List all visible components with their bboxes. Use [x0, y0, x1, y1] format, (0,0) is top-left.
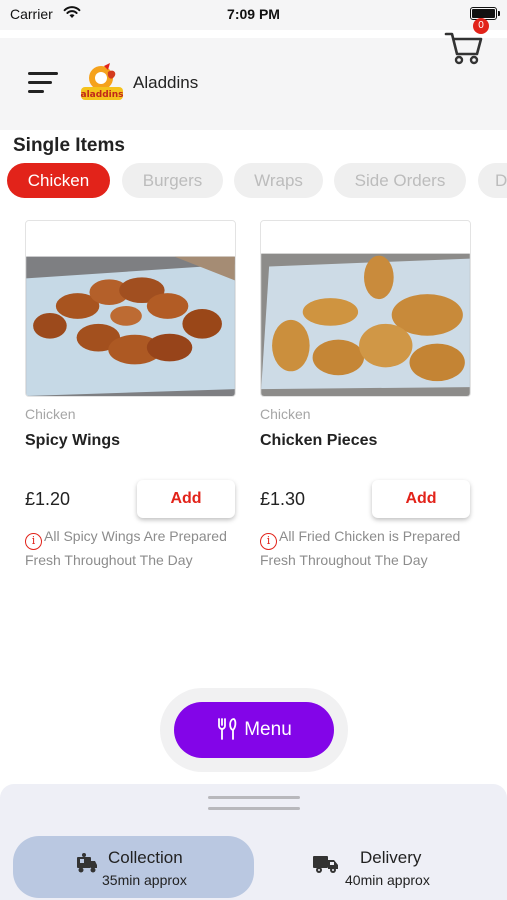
- hamburger-menu-icon[interactable]: [28, 72, 58, 94]
- section-title: Single Items: [13, 135, 125, 156]
- product-name: Spicy Wings: [25, 432, 120, 449]
- clock: 7:09 PM: [227, 6, 280, 22]
- cart-count-badge: 0: [473, 18, 489, 34]
- product-category: Chicken: [25, 406, 76, 422]
- order-mode-sheet: Collection 35min approx Delivery 40min a…: [0, 784, 507, 900]
- product-price: £1.20: [25, 489, 71, 509]
- product-price: £1.30: [260, 489, 306, 509]
- product-note-text: All Spicy Wings Are Prepared Fresh Throu…: [25, 528, 227, 568]
- product-category: Chicken: [260, 406, 311, 422]
- delivery-truck-icon: [313, 856, 338, 873]
- collection-title: Collection: [108, 848, 183, 867]
- tab-side-orders[interactable]: Side Orders: [334, 163, 466, 198]
- cutlery-icon: [218, 718, 237, 740]
- app-header: aladdins Aladdins: [0, 38, 507, 130]
- tab-chicken[interactable]: Chicken: [7, 163, 110, 198]
- status-bar: Carrier 7:09 PM: [0, 0, 507, 30]
- delivery-title: Delivery: [360, 848, 422, 867]
- brand-name: Aladdins: [133, 73, 199, 92]
- delivery-time: 40min approx: [345, 872, 430, 888]
- info-icon: i: [25, 533, 42, 550]
- spicy-wings-photo: [25, 220, 236, 397]
- product-note: i All Spicy Wings Are Prepared Fresh Thro…: [25, 526, 239, 571]
- collection-time: 35min approx: [102, 872, 187, 888]
- aladdins-logo: aladdins: [81, 63, 124, 100]
- sheet-handle[interactable]: [208, 796, 300, 799]
- add-button[interactable]: Add: [137, 480, 235, 518]
- category-tabs: Chicken Burgers Wraps Side Orders D: [0, 163, 507, 199]
- collection-option[interactable]: Collection 35min approx: [13, 836, 254, 898]
- info-icon: i: [260, 533, 277, 550]
- add-button[interactable]: Add: [372, 480, 470, 518]
- delivery-option[interactable]: Delivery 40min approx: [270, 836, 500, 898]
- collection-icon: [77, 853, 97, 873]
- tab-wraps[interactable]: Wraps: [234, 163, 323, 198]
- svg-text:aladdins: aladdins: [81, 90, 124, 100]
- menu-button-label: Menu: [244, 719, 292, 740]
- product-note: i All Fried Chicken is Prepared Fresh Thr…: [260, 526, 474, 571]
- product-name: Chicken Pieces: [260, 432, 378, 449]
- tab-drinks[interactable]: D: [478, 163, 507, 198]
- sheet-handle-line: [208, 807, 300, 810]
- chicken-pieces-photo: [260, 220, 471, 397]
- product-note-text: All Fried Chicken is Prepared Fresh Thro…: [260, 528, 461, 568]
- menu-button[interactable]: Menu: [174, 702, 334, 758]
- tab-burgers[interactable]: Burgers: [122, 163, 223, 198]
